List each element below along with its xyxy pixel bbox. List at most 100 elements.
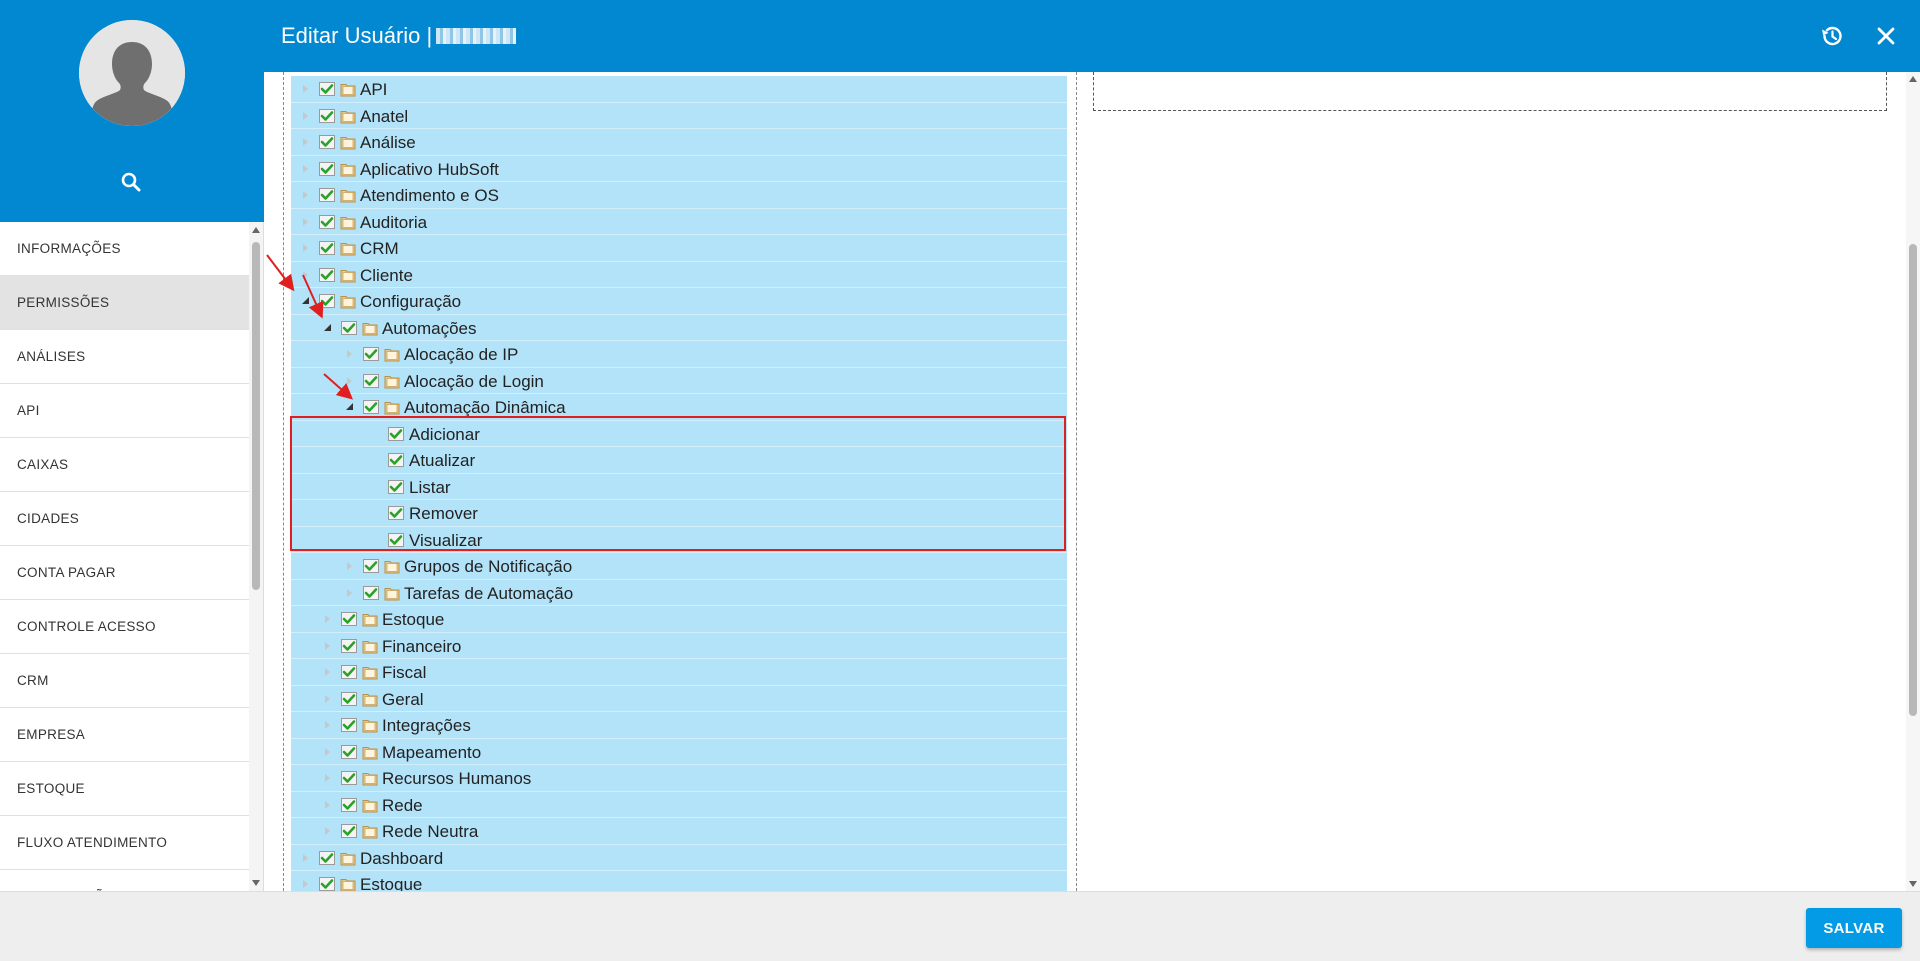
tree-node-label[interactable]: Mapeamento: [382, 743, 481, 763]
collapse-toggle-icon[interactable]: [345, 402, 355, 412]
scroll-down-icon[interactable]: [1909, 881, 1917, 887]
tree-node[interactable]: Remover: [291, 500, 1067, 527]
checkbox-checked-icon[interactable]: [319, 267, 335, 282]
checkbox-checked-icon[interactable]: [363, 585, 379, 600]
expand-toggle-icon[interactable]: [345, 349, 355, 359]
checkbox-checked-icon[interactable]: [341, 638, 357, 653]
expand-toggle-icon[interactable]: [301, 853, 311, 863]
tree-node[interactable]: Financeiro: [291, 632, 1067, 659]
tree-node[interactable]: Rede: [291, 791, 1067, 818]
expand-toggle-icon[interactable]: [301, 190, 311, 200]
expand-toggle-icon[interactable]: [323, 667, 333, 677]
tree-node-label[interactable]: Dashboard: [360, 849, 443, 869]
expand-toggle-icon[interactable]: [323, 641, 333, 651]
avatar[interactable]: [79, 20, 185, 126]
expand-toggle-icon[interactable]: [301, 164, 311, 174]
tree-node-label[interactable]: Automações: [382, 319, 477, 339]
sidebar-item-estoque[interactable]: ESTOQUE: [0, 762, 250, 816]
tree-node-label[interactable]: Financeiro: [382, 637, 461, 657]
tree-node[interactable]: Recursos Humanos: [291, 765, 1067, 792]
tree-node-label[interactable]: Auditoria: [360, 213, 427, 233]
collapse-toggle-icon[interactable]: [301, 296, 311, 306]
history-icon[interactable]: [1818, 22, 1846, 50]
sidebar-item-controle-acesso[interactable]: CONTROLE ACESSO: [0, 600, 250, 654]
tree-node-label[interactable]: CRM: [360, 239, 399, 259]
expand-toggle-icon[interactable]: [323, 826, 333, 836]
sidebar-scrollbar[interactable]: [249, 222, 263, 891]
tree-node-label[interactable]: Remover: [409, 504, 478, 524]
expand-toggle-icon[interactable]: [323, 773, 333, 783]
save-button[interactable]: SALVAR: [1806, 908, 1902, 948]
checkbox-checked-icon[interactable]: [319, 294, 335, 308]
content-scrollbar[interactable]: [1906, 72, 1920, 891]
search-icon[interactable]: [119, 170, 143, 194]
tree-node-label[interactable]: Automação Dinâmica: [404, 398, 566, 418]
tree-node[interactable]: Automações: [291, 314, 1067, 341]
expand-toggle-icon[interactable]: [301, 137, 311, 147]
tree-node-label[interactable]: Visualizar: [409, 531, 482, 551]
tree-node-label[interactable]: Anatel: [360, 107, 408, 127]
checkbox-checked-icon[interactable]: [363, 559, 379, 573]
tree-node-label[interactable]: Tarefas de Automação: [404, 584, 573, 604]
tree-node[interactable]: Anatel: [291, 102, 1067, 129]
scroll-up-icon[interactable]: [1909, 76, 1917, 82]
expand-toggle-icon[interactable]: [345, 376, 355, 386]
checkbox-checked-icon[interactable]: [363, 347, 379, 361]
tree-node-label[interactable]: Fiscal: [382, 663, 426, 683]
expand-toggle-icon[interactable]: [323, 694, 333, 704]
checkbox-checked-icon[interactable]: [319, 188, 335, 202]
tree-node[interactable]: Auditoria: [291, 208, 1067, 235]
tree-node[interactable]: Automação Dinâmica: [291, 394, 1067, 421]
collapse-toggle-icon[interactable]: [323, 323, 333, 333]
sidebar-item-análises[interactable]: ANÁLISES: [0, 330, 250, 384]
tree-node[interactable]: Geral: [291, 685, 1067, 712]
checkbox-checked-icon[interactable]: [388, 453, 404, 467]
scroll-up-icon[interactable]: [252, 227, 260, 233]
checkbox-checked-icon[interactable]: [388, 506, 404, 520]
checkbox-checked-icon[interactable]: [341, 744, 357, 759]
tree-node[interactable]: Alocação de Login: [291, 367, 1067, 394]
tree-node-label[interactable]: Atualizar: [409, 451, 475, 471]
tree-node-label[interactable]: Atendimento e OS: [360, 186, 499, 206]
checkbox-checked-icon[interactable]: [319, 850, 335, 865]
sidebar-item-empresa[interactable]: EMPRESA: [0, 708, 250, 762]
sidebar-item-crm[interactable]: CRM: [0, 654, 250, 708]
checkbox-checked-icon[interactable]: [388, 426, 404, 441]
tree-node[interactable]: Visualizar: [291, 526, 1067, 553]
expand-toggle-icon[interactable]: [301, 111, 311, 121]
sidebar-item-fluxo-atendimento[interactable]: FLUXO ATENDIMENTO: [0, 816, 250, 870]
tree-node-label[interactable]: Cliente: [360, 266, 413, 286]
expand-toggle-icon[interactable]: [323, 800, 333, 810]
expand-toggle-icon[interactable]: [301, 243, 311, 253]
tree-node[interactable]: CRM: [291, 235, 1067, 262]
checkbox-checked-icon[interactable]: [388, 479, 404, 494]
checkbox-checked-icon[interactable]: [341, 691, 357, 706]
checkbox-checked-icon[interactable]: [319, 214, 335, 229]
tree-node[interactable]: Listar: [291, 473, 1067, 500]
tree-node[interactable]: Dashboard: [291, 844, 1067, 871]
scroll-thumb[interactable]: [252, 242, 260, 590]
checkbox-checked-icon[interactable]: [341, 320, 357, 335]
tree-node[interactable]: Atualizar: [291, 447, 1067, 474]
scroll-down-icon[interactable]: [252, 880, 260, 886]
tree-node-label[interactable]: Análise: [360, 133, 416, 153]
sidebar-item-api[interactable]: API: [0, 384, 250, 438]
tree-node[interactable]: Atendimento e OS: [291, 182, 1067, 209]
tree-node-label[interactable]: Rede: [382, 796, 423, 816]
expand-toggle-icon[interactable]: [323, 614, 333, 624]
tree-node-label[interactable]: Geral: [382, 690, 424, 710]
tree-node[interactable]: Estoque: [291, 871, 1067, 891]
tree-node-label[interactable]: Listar: [409, 478, 451, 498]
checkbox-checked-icon[interactable]: [341, 824, 357, 838]
expand-toggle-icon[interactable]: [301, 270, 311, 280]
checkbox-checked-icon[interactable]: [341, 718, 357, 732]
checkbox-checked-icon[interactable]: [363, 373, 379, 388]
scroll-thumb[interactable]: [1909, 244, 1917, 716]
expand-toggle-icon[interactable]: [345, 561, 355, 571]
expand-toggle-icon[interactable]: [301, 84, 311, 94]
checkbox-checked-icon[interactable]: [341, 612, 357, 626]
checkbox-checked-icon[interactable]: [341, 665, 357, 679]
tree-node[interactable]: Adicionar: [291, 420, 1067, 447]
tree-node[interactable]: Tarefas de Automação: [291, 579, 1067, 606]
tree-node[interactable]: API: [291, 76, 1067, 103]
